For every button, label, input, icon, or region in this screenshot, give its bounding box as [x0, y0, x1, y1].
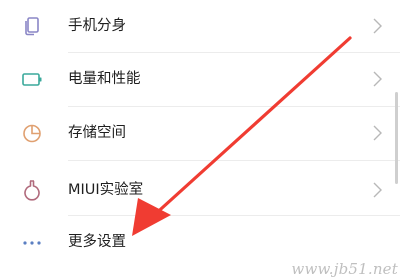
settings-item-miui-lab[interactable]: MIUI实验室 [0, 164, 400, 216]
lab-flask-icon [20, 178, 44, 202]
settings-item-storage[interactable]: 存储空间 [0, 107, 400, 159]
more-dots-icon [20, 230, 44, 254]
storage-pie-icon [20, 121, 44, 145]
battery-icon [20, 67, 44, 91]
settings-item-label: 手机分身 [68, 18, 126, 34]
chevron-right-icon [373, 18, 382, 34]
settings-list: 手机分身 电量和性能 存储空间 MIUI实验室 更多设置 [0, 0, 400, 280]
settings-item-label: 电量和性能 [68, 71, 141, 87]
watermark: www.jb51.net [291, 260, 398, 278]
settings-item-dual-apps[interactable]: 手机分身 [0, 0, 400, 52]
divider [68, 160, 400, 161]
settings-item-label: MIUI实验室 [68, 182, 144, 198]
settings-item-battery-performance[interactable]: 电量和性能 [0, 53, 400, 105]
scrollbar[interactable] [395, 92, 398, 184]
settings-item-label: 存储空间 [68, 125, 126, 141]
settings-item-label: 更多设置 [68, 234, 126, 250]
dual-apps-icon [20, 14, 44, 38]
chevron-right-icon [373, 182, 382, 198]
chevron-right-icon [373, 125, 382, 141]
chevron-right-icon [373, 71, 382, 87]
